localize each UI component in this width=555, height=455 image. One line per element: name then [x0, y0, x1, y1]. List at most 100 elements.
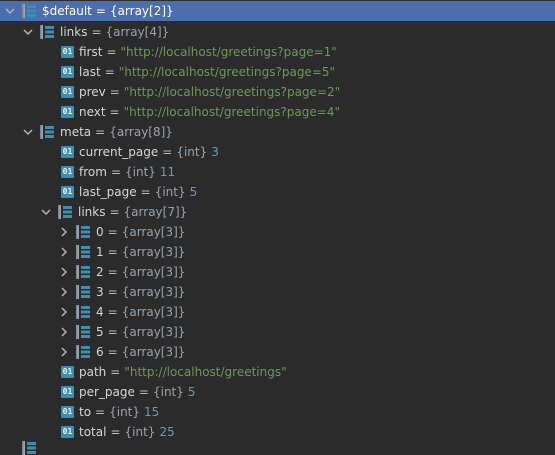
- array-icon: [22, 441, 36, 455]
- tree-row-meta-links-item[interactable]: 4 = {array[3]}: [0, 302, 555, 322]
- chevron-right-icon[interactable]: [58, 346, 70, 358]
- tree-row-meta[interactable]: meta = {array[8]}: [0, 122, 555, 142]
- chevron-down-icon[interactable]: [22, 26, 34, 38]
- equals-sign: =: [104, 65, 115, 79]
- var-name: meta: [60, 125, 92, 139]
- equals-sign: =: [107, 225, 118, 239]
- string-value: "http://localhost/greetings?page=4": [123, 105, 340, 119]
- tree-row-meta-links[interactable]: links = {array[7]}: [0, 202, 555, 222]
- equals-sign: =: [95, 4, 106, 18]
- var-name: next: [79, 105, 106, 119]
- tree-row-links[interactable]: links = {array[4]}: [0, 22, 555, 42]
- var-name: links: [60, 25, 88, 39]
- equals-sign: =: [107, 285, 118, 299]
- number-value: 11: [159, 165, 176, 179]
- var-type: {array[4]}: [105, 25, 170, 39]
- var-name: $default: [42, 4, 92, 18]
- tree-row-meta-per-page[interactable]: 01 per_page = {int} 5: [0, 382, 555, 402]
- tree-row-meta-path[interactable]: 01 path = "http://localhost/greetings": [0, 362, 555, 382]
- array-icon: [76, 245, 90, 259]
- primitive-value-icon: 01: [61, 46, 74, 58]
- chevron-right-icon[interactable]: [58, 246, 70, 258]
- primitive-value-icon: 01: [61, 366, 74, 378]
- tree-row-links-next[interactable]: 01 next = "http://localhost/greetings?pa…: [0, 102, 555, 122]
- array-icon: [76, 345, 90, 359]
- tree-row-default[interactable]: $default = {array[2]}: [0, 1, 555, 21]
- equals-sign: =: [107, 325, 118, 339]
- var-type: {array[3]}: [121, 305, 186, 319]
- equals-sign: =: [109, 85, 120, 99]
- equals-sign: =: [109, 105, 120, 119]
- tree-row-links-first[interactable]: 01 first = "http://localhost/greetings?p…: [0, 42, 555, 62]
- var-name: path: [79, 365, 107, 379]
- string-value: "http://localhost/greetings?page=2": [123, 85, 341, 99]
- equals-sign: =: [95, 125, 106, 139]
- equals-sign: =: [107, 245, 118, 259]
- var-type: {int}: [124, 425, 156, 439]
- chevron-down-icon[interactable]: [4, 5, 16, 17]
- var-name: 0: [96, 225, 104, 239]
- array-icon: [76, 265, 90, 279]
- tree-row-links-last[interactable]: 01 last = "http://localhost/greetings?pa…: [0, 62, 555, 82]
- tree-row-meta-current-page[interactable]: 01 current_page = {int} 3: [0, 142, 555, 162]
- var-type: {int}: [154, 185, 186, 199]
- chevron-right-icon[interactable]: [58, 306, 70, 318]
- tree-row-meta-links-item[interactable]: 6 = {array[3]}: [0, 342, 555, 362]
- tree-row-meta-to[interactable]: 01 to = {int} 15: [0, 402, 555, 422]
- tree-row-meta-links-item[interactable]: 1 = {array[3]}: [0, 242, 555, 262]
- var-name: 2: [96, 265, 104, 279]
- tree-row-meta-links-item[interactable]: 2 = {array[3]}: [0, 262, 555, 282]
- string-value: "http://localhost/greetings?page=1": [120, 45, 337, 59]
- equals-sign: =: [110, 425, 121, 439]
- var-name: last_page: [79, 185, 137, 199]
- chevron-right-icon[interactable]: [58, 286, 70, 298]
- array-icon: [40, 25, 54, 39]
- var-type: {array[3]}: [121, 225, 186, 239]
- primitive-value-icon: 01: [61, 106, 74, 118]
- equals-sign: =: [95, 405, 106, 419]
- var-type: {array[3]}: [121, 325, 186, 339]
- tree-row-meta-links-item[interactable]: 5 = {array[3]}: [0, 322, 555, 342]
- var-name: 4: [96, 305, 104, 319]
- tree-row-meta-last-page[interactable]: 01 last_page = {int} 5: [0, 182, 555, 202]
- equals-sign: =: [138, 385, 149, 399]
- tree-row-links-prev[interactable]: 01 prev = "http://localhost/greetings?pa…: [0, 82, 555, 102]
- var-type: {array[8]}: [109, 125, 173, 139]
- var-name: per_page: [79, 385, 135, 399]
- primitive-value-icon: 01: [61, 426, 74, 438]
- primitive-value-icon: 01: [61, 406, 74, 418]
- tree-row-meta-from[interactable]: 01 from = {int} 11: [0, 162, 555, 182]
- var-type: {array[2]}: [109, 4, 174, 18]
- var-type: {int}: [109, 405, 141, 419]
- primitive-value-icon: 01: [61, 86, 74, 98]
- chevron-right-icon[interactable]: [58, 226, 70, 238]
- number-value: 25: [159, 425, 175, 439]
- chevron-right-icon[interactable]: [58, 326, 70, 338]
- chevron-down-icon[interactable]: [40, 206, 52, 218]
- number-value: 15: [144, 405, 160, 419]
- array-icon: [76, 225, 90, 239]
- array-icon: [22, 4, 36, 18]
- array-icon: [76, 325, 90, 339]
- var-type: {int}: [125, 165, 156, 179]
- var-type: {array[3]}: [121, 345, 186, 359]
- primitive-value-icon: 01: [61, 186, 74, 198]
- tree-row-meta-total[interactable]: 01 total = {int} 25: [0, 422, 555, 442]
- tree-row-meta-links-item[interactable]: 0 = {array[3]}: [0, 222, 555, 242]
- primitive-value-icon: 01: [61, 386, 74, 398]
- equals-sign: =: [106, 45, 117, 59]
- var-name: total: [79, 425, 107, 439]
- chevron-right-icon[interactable]: [58, 266, 70, 278]
- array-icon: [58, 205, 72, 219]
- equals-sign: =: [109, 205, 120, 219]
- var-type: {array[3]}: [121, 285, 186, 299]
- primitive-value-icon: 01: [61, 146, 74, 158]
- equals-sign: =: [110, 365, 121, 379]
- number-value: 5: [187, 385, 196, 399]
- var-name: links: [78, 205, 106, 219]
- debugger-variables-tree: $default = {array[2]} links = {array[4]}…: [0, 0, 555, 446]
- var-name: to: [79, 405, 92, 419]
- tree-row-meta-links-item[interactable]: 3 = {array[3]}: [0, 282, 555, 302]
- var-name: 1: [96, 245, 104, 259]
- chevron-down-icon[interactable]: [22, 126, 34, 138]
